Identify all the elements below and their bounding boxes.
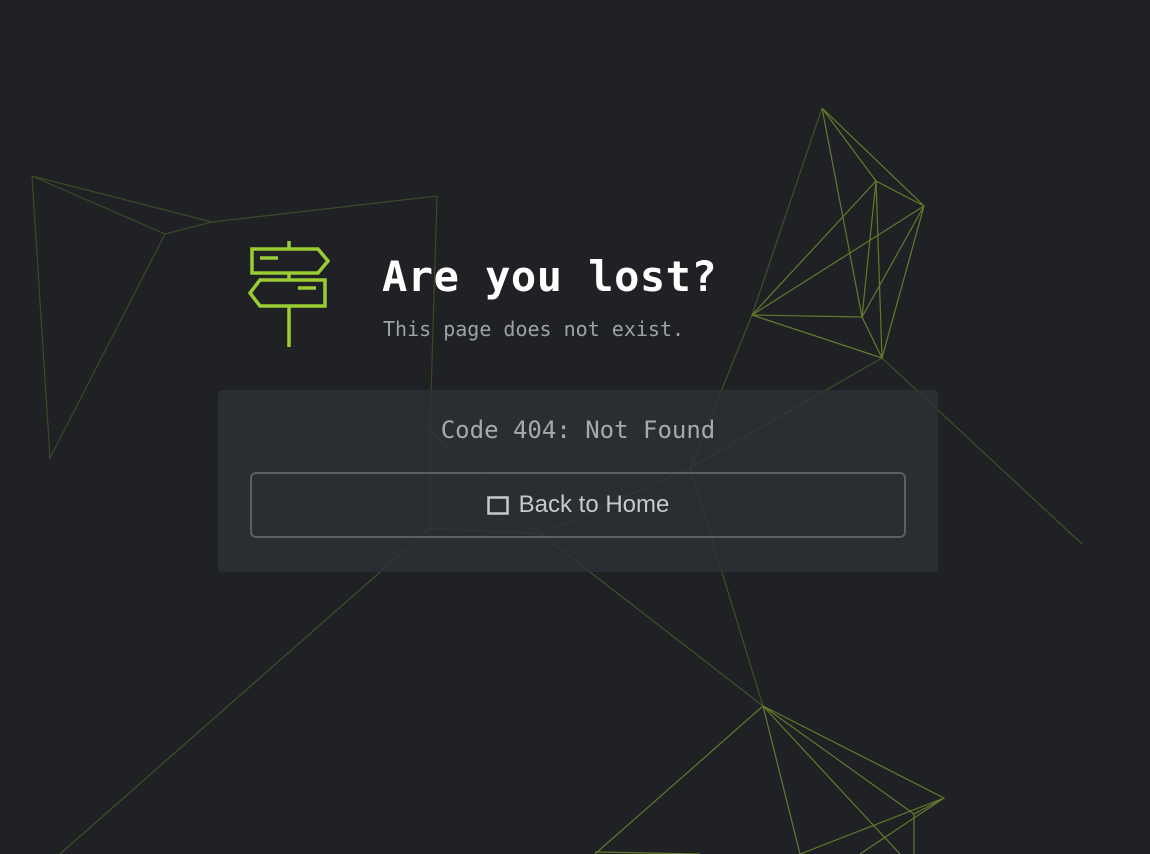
signpost-icon <box>248 241 330 347</box>
page-subtitle: This page does not exist. <box>383 317 685 341</box>
back-to-home-button[interactable]: Back to Home <box>250 472 906 538</box>
back-to-home-label: Back to Home <box>518 491 670 518</box>
window-icon <box>486 495 509 515</box>
page-title: Are you lost? <box>382 252 718 301</box>
error-hero: Are you lost? This page does not exist. <box>248 240 768 350</box>
error-panel: Code 404: Not Found Back to Home <box>218 390 938 572</box>
error-code-message: Code 404: Not Found <box>440 416 716 444</box>
